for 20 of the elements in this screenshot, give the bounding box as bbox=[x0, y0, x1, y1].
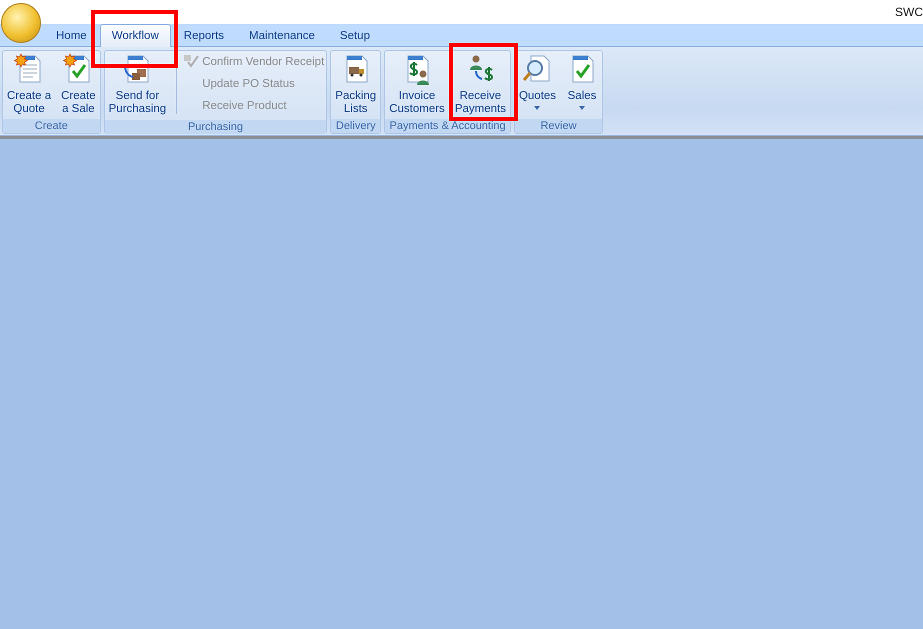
ribbon-tab[interactable]: Maintenance bbox=[237, 24, 327, 46]
ribbon-button[interactable]: Send for Purchasing bbox=[106, 53, 168, 120]
ribbon-tab[interactable]: Setup bbox=[328, 24, 382, 46]
app-logo-icon[interactable] bbox=[1, 3, 41, 43]
ribbon-button[interactable]: Invoice Customers bbox=[387, 53, 447, 119]
ribbon-button[interactable]: Packing Lists bbox=[333, 53, 378, 119]
group-label: Payments & Accounting bbox=[385, 119, 510, 133]
group-label: Review bbox=[514, 119, 602, 133]
group-label: Create bbox=[3, 119, 100, 133]
ribbon-button[interactable]: Create a Quote bbox=[5, 53, 54, 119]
window-title: SWC bbox=[895, 5, 923, 19]
ribbon-button[interactable]: Sales bbox=[564, 53, 600, 119]
ribbon-tab[interactable]: Home bbox=[44, 24, 99, 46]
ribbon-tab[interactable]: Reports bbox=[172, 24, 236, 46]
group-label: Purchasing bbox=[104, 120, 326, 134]
ribbon-button[interactable]: Quotes bbox=[516, 53, 558, 119]
group-label: Delivery bbox=[331, 119, 380, 133]
ribbon-button[interactable]: Create a Sale bbox=[59, 53, 98, 119]
ribbon-tab[interactable]: Workflow bbox=[100, 24, 171, 47]
ribbon-button[interactable]: Receive Payments bbox=[452, 53, 508, 119]
